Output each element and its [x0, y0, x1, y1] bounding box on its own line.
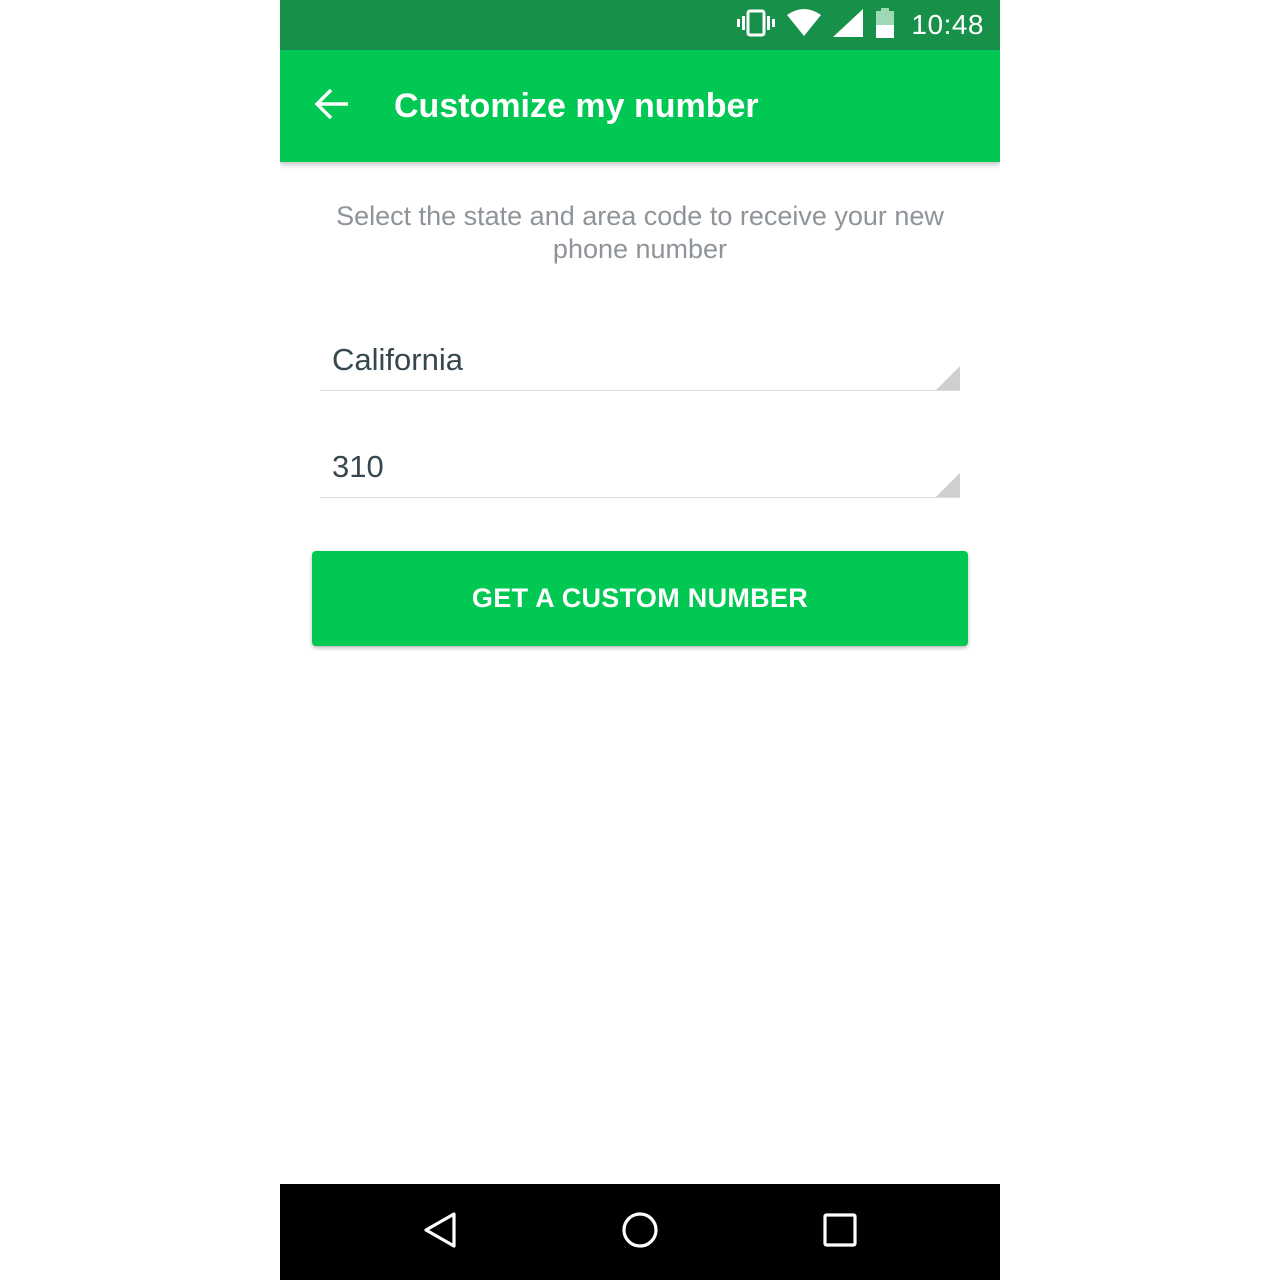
get-custom-number-button[interactable]: GET A CUSTOM NUMBER: [312, 551, 968, 646]
phone-screen: 10:48 Customize my number Select the sta…: [280, 0, 1000, 1280]
app-bar: Customize my number: [280, 50, 1000, 162]
state-spinner[interactable]: California: [320, 316, 960, 391]
nav-back-icon: [420, 1210, 460, 1254]
status-time: 10:48: [911, 9, 984, 40]
cell-signal-icon: [833, 9, 864, 41]
area-code-spinner-value: 310: [332, 449, 384, 484]
status-icons: 10:48: [737, 0, 984, 50]
arrow-back-icon: [314, 86, 350, 126]
vibrate-icon: [737, 8, 776, 42]
nav-recents-icon: [820, 1210, 860, 1254]
main-content: Select the state and area code to receiv…: [280, 162, 1000, 1184]
page-title: Customize my number: [394, 87, 759, 125]
nav-back-button[interactable]: [416, 1208, 464, 1256]
back-button[interactable]: [302, 76, 362, 136]
dropdown-triangle-icon: [936, 366, 960, 390]
nav-home-icon: [620, 1210, 660, 1254]
battery-icon: [875, 8, 895, 42]
instruction-text: Select the state and area code to receiv…: [336, 201, 944, 264]
area-code-spinner[interactable]: 310: [320, 423, 960, 498]
dropdown-triangle-icon: [936, 473, 960, 497]
nav-home-button[interactable]: [616, 1208, 664, 1256]
navigation-bar: [280, 1184, 1000, 1280]
state-spinner-value: California: [332, 342, 463, 377]
status-bar: 10:48: [280, 0, 1000, 50]
wifi-icon: [787, 9, 822, 41]
nav-recents-button[interactable]: [816, 1208, 864, 1256]
